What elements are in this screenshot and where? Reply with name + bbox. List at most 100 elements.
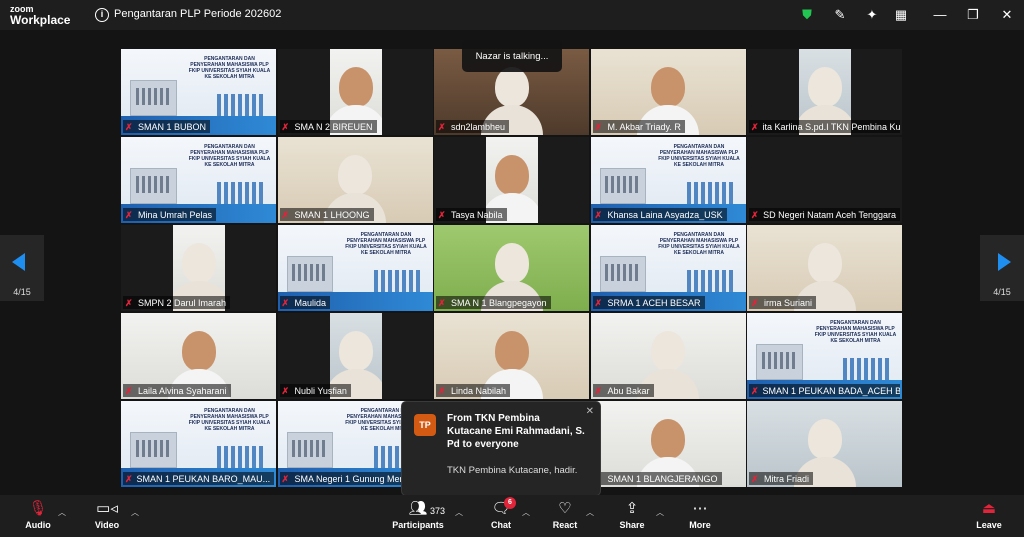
participant-name-text: Abu Bakar (607, 385, 650, 396)
participant-name: ✗ Maulida (279, 296, 331, 309)
participant-name: ✗ Nubli Yusfian (279, 384, 351, 397)
zoom-logo: zoom Workplace (10, 4, 70, 26)
participant-name: ✗SMAN 1 BLANGJERANGO (592, 472, 722, 485)
participant-tile[interactable]: ✗ Linda Nabilah (434, 313, 589, 399)
participant-name: ✗ irma Suriani (749, 296, 817, 309)
participant-tile[interactable]: PENGANTARAN DAN PENYERAHAN MAHASISWA PLP… (277, 225, 433, 311)
sparkle-icon[interactable]: ✦ (864, 7, 880, 23)
people-graphic (686, 269, 734, 293)
building-graphic (599, 255, 647, 293)
participant-tile[interactable]: ✗ irma Suriani (747, 225, 902, 311)
slide-title: PENGANTARAN DAN PENYERAHAN MAHASISWA PLP… (188, 143, 271, 168)
participant-name: ✗ SMA Negeri 1 Gunung Meriah (279, 472, 419, 485)
participant-name-text: SMA N 1 Blangpegayon (451, 297, 547, 308)
mic-muted-icon: ✗ (281, 385, 290, 396)
participant-name-text: Maulida (294, 297, 327, 308)
participant-tile[interactable]: ✗ita Karlina S.pd.I TKN Pembina Kutacane (747, 49, 902, 135)
participant-name: ✗ Linda Nabilah (436, 384, 511, 397)
participant-tile[interactable]: ✗ SMPN 2 Darul Imarah (121, 225, 276, 311)
page-indicator-left: 4/15 (13, 287, 31, 297)
close-icon[interactable]: ✕ (999, 7, 1015, 23)
participant-tile[interactable]: PENGANTARAN DAN PENYERAHAN MAHASISWA PLP… (121, 137, 276, 223)
participant-tile[interactable]: ✗ Mitra Friadi (747, 401, 902, 487)
participant-tile[interactable]: ✗ Nubli Yusfian (277, 313, 433, 399)
audio-button[interactable]: 🎙︎ Audio (24, 500, 52, 536)
minimize-icon[interactable]: — (932, 7, 948, 23)
shield-icon[interactable]: ⛊ (799, 7, 815, 23)
participant-name: ✗ SMA N 2 BIREUEN (279, 120, 377, 133)
participant-name: ✗ SMAN 1 PEUKAN BARO_MAU... (123, 472, 274, 485)
info-icon[interactable]: i (95, 8, 109, 22)
share-label: Share (619, 520, 645, 530)
chat-notification[interactable]: TP From TKN Pembina Kutacane Emi Rahmada… (401, 401, 601, 496)
participant-tile[interactable]: PENGANTARAN DAN PENYERAHAN MAHASISWA PLP… (121, 49, 276, 135)
chevron-up-icon[interactable]: ︿ (131, 507, 139, 518)
participant-name-text: Khansa Laina Asyadza_USK (607, 209, 723, 220)
prev-page-button[interactable]: 4/15 (0, 235, 44, 301)
participant-name: ✗ Laila Alvina Syaharani (123, 384, 231, 397)
share-button[interactable]: ⇪ Share (618, 500, 646, 536)
building-graphic (756, 343, 803, 381)
building-graphic (599, 167, 647, 205)
chevron-right-icon (998, 253, 1011, 271)
participant-name-text: SMAN 1 BUBON (138, 121, 207, 132)
slide-title: PENGANTARAN DAN PENYERAHAN MAHASISWA PLP… (345, 231, 427, 256)
participant-name-text: irma Suriani (764, 297, 813, 308)
participant-name-text: SMAN 1 BLANGJERANGO (607, 473, 718, 484)
participant-tile[interactable]: PENGANTARAN DAN PENYERAHAN MAHASISWA PLP… (121, 401, 276, 487)
pen-icon[interactable]: ✎ (832, 7, 848, 23)
close-icon[interactable]: ✕ (586, 406, 594, 417)
participant-tile[interactable]: PENGANTARAN DAN PENYERAHAN MAHASISWA PLP… (747, 313, 902, 399)
meeting-toolbar: 🎙︎ Audio ︿ ▭◃ Video ︿ 👥︎ Participants 37… (0, 495, 1024, 537)
chevron-up-icon[interactable]: ︿ (58, 507, 66, 518)
participant-tile[interactable]: ✗ Tasya Nabila (434, 137, 589, 223)
leave-label: Leave (976, 520, 1002, 530)
video-stage: 4/15 4/15 PENGANTARAN DAN PENYERAHAN MAH… (0, 30, 1024, 496)
chevron-up-icon[interactable]: ︿ (522, 507, 530, 518)
participant-tile[interactable]: ✗ SMAN 1 LHOONG (277, 137, 433, 223)
video-button[interactable]: ▭◃ Video (92, 500, 122, 536)
participant-tile[interactable]: ✗ Abu Bakar (590, 313, 746, 399)
building-graphic (130, 431, 177, 469)
more-label: More (689, 520, 711, 530)
participant-tile[interactable]: ✗ SD Negeri Natam Aceh Tenggara (747, 137, 902, 223)
mic-muted-icon: ✗ (125, 473, 133, 484)
mic-muted-icon: ✗ (594, 209, 603, 220)
restore-icon[interactable]: ❐ (965, 7, 981, 23)
participant-tile[interactable]: ✗ M. Akbar Triady. R (590, 49, 746, 135)
participant-name: ✗SMAN 1 PEUKAN BADA_ACEH BESAR (749, 384, 900, 397)
chevron-up-icon[interactable]: ︿ (586, 507, 594, 518)
participant-tile[interactable]: PENGANTARAN DAN PENYERAHAN MAHASISWA PLP… (590, 137, 746, 223)
grid-icon[interactable]: ▦ (893, 7, 909, 23)
mic-muted-icon: ✗ (751, 209, 759, 220)
participant-tile[interactable]: ✗ SMA N 2 BIREUEN (277, 49, 433, 135)
video-label: Video (94, 520, 120, 530)
active-speaker-banner: Nazar is talking... (462, 40, 562, 72)
more-button[interactable]: ⋯ More (686, 500, 714, 536)
leave-button[interactable]: ⏏ Leave (975, 500, 1003, 536)
react-button[interactable]: ♡ React (550, 500, 580, 536)
page-indicator-right: 4/15 (993, 287, 1011, 297)
next-page-button[interactable]: 4/15 (980, 235, 1024, 301)
chevron-up-icon[interactable]: ︿ (656, 507, 664, 518)
slide-title: PENGANTARAN DAN PENYERAHAN MAHASISWA PLP… (814, 319, 897, 344)
heart-icon: ♡ (558, 500, 572, 517)
participant-tile[interactable]: ✗ Laila Alvina Syaharani (121, 313, 276, 399)
chevron-up-icon[interactable]: ︿ (455, 507, 463, 518)
participant-name-text: Nubli Yusfian (294, 385, 347, 396)
participant-name-text: Mitra Friadi (764, 473, 810, 484)
participant-name-text: Linda Nabilah (451, 385, 507, 396)
building-graphic (130, 167, 177, 205)
participant-tile[interactable]: ✗SMAN 1 BLANGJERANGO (590, 401, 746, 487)
participants-label: Participants (392, 520, 444, 530)
slide-title: PENGANTARAN DAN PENYERAHAN MAHASISWA PLP… (658, 231, 740, 256)
participant-name-text: Tasya Nabila (451, 209, 503, 220)
people-graphic (686, 181, 734, 205)
participant-tile[interactable]: ✗ SMA N 1 Blangpegayon (434, 225, 589, 311)
chat-sender: From TKN Pembina Kutacane Emi Rahmadani,… (447, 413, 585, 450)
mic-muted-icon: ✗ (438, 121, 446, 132)
participant-name-text: SMAN 1 LHOONG (294, 209, 370, 220)
participant-name-text: SMA Negeri 1 Gunung Meriah (294, 473, 415, 484)
participant-tile[interactable]: PENGANTARAN DAN PENYERAHAN MAHASISWA PLP… (590, 225, 746, 311)
participant-name-text: ita Karlina S.pd.I TKN Pembina Kutacane (762, 121, 900, 132)
